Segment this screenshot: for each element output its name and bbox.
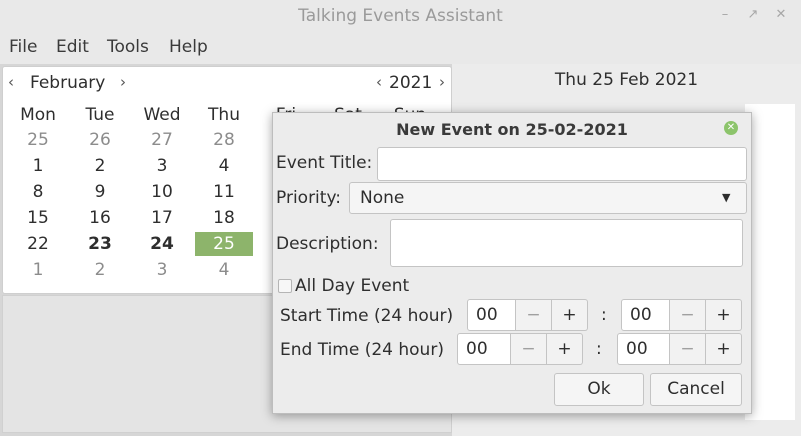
calendar-day[interactable]: 4	[195, 154, 253, 178]
calendar-day[interactable]: 4	[195, 258, 253, 282]
end-time-label: End Time (24 hour)	[280, 340, 444, 360]
start-minute-increment-button[interactable]: +	[706, 299, 742, 331]
weekday-thu: Thu	[208, 105, 240, 125]
start-time-label: Start Time (24 hour)	[280, 306, 454, 326]
prev-year-icon[interactable]: ‹	[376, 73, 382, 91]
event-title-input[interactable]	[377, 147, 747, 181]
calendar-day-marked[interactable]: 23	[71, 232, 129, 256]
new-event-dialog: New Event on 25-02-2021 ✕ Event Title: P…	[272, 112, 752, 414]
close-icon[interactable]: ✕	[772, 6, 790, 24]
calendar-day[interactable]: 3	[133, 258, 191, 282]
end-time-separator: :	[596, 339, 602, 359]
calendar-day[interactable]: 17	[133, 206, 191, 230]
start-minute-decrement-button[interactable]: −	[670, 299, 706, 331]
title-bar: Talking Events Assistant – ↗ ✕	[0, 0, 801, 34]
all-day-label: All Day Event	[295, 276, 410, 296]
calendar-day[interactable]: 3	[133, 154, 191, 178]
year-label: 2021	[389, 73, 433, 93]
next-year-icon[interactable]: ›	[439, 73, 445, 91]
dialog-close-icon[interactable]: ✕	[724, 121, 738, 135]
calendar-day[interactable]: 18	[195, 206, 253, 230]
menu-edit[interactable]: Edit	[56, 37, 89, 57]
start-minute-input[interactable]: 00	[621, 299, 670, 331]
calendar-day[interactable]: 16	[71, 206, 129, 230]
calendar-day-selected[interactable]: 25	[195, 232, 253, 256]
end-hour-increment-button[interactable]: +	[547, 333, 583, 365]
all-day-checkbox[interactable]	[278, 279, 292, 293]
selected-date-label: Thu 25 Feb 2021	[554, 70, 699, 90]
calendar-day[interactable]: 11	[195, 180, 253, 204]
calendar-day[interactable]: 10	[133, 180, 191, 204]
description-input[interactable]	[390, 219, 743, 267]
calendar-day[interactable]: 25	[9, 128, 67, 152]
priority-select[interactable]: None ▼	[349, 182, 747, 214]
event-title-label: Event Title:	[276, 153, 373, 173]
cancel-button[interactable]: Cancel	[650, 373, 742, 406]
window-title: Talking Events Assistant	[298, 6, 503, 26]
calendar-day[interactable]: 9	[71, 180, 129, 204]
weekday-mon: Mon	[20, 105, 56, 125]
dialog-title: New Event on 25-02-2021	[396, 120, 628, 139]
menu-file[interactable]: File	[9, 37, 37, 57]
calendar-day[interactable]: 15	[9, 206, 67, 230]
dropdown-arrow-icon: ▼	[722, 191, 731, 204]
calendar-day[interactable]: 26	[71, 128, 129, 152]
calendar-day[interactable]: 28	[195, 128, 253, 152]
calendar-day-marked[interactable]: 24	[133, 232, 191, 256]
prev-month-icon[interactable]: ‹	[8, 73, 14, 91]
end-minute-increment-button[interactable]: +	[706, 333, 742, 365]
menu-tools[interactable]: Tools	[107, 37, 149, 57]
ok-button[interactable]: Ok	[554, 373, 644, 406]
calendar-day[interactable]: 27	[133, 128, 191, 152]
description-label: Description:	[276, 234, 379, 254]
end-minute-decrement-button[interactable]: −	[670, 333, 706, 365]
calendar-day[interactable]: 2	[71, 154, 129, 178]
start-time-separator: :	[601, 305, 607, 325]
menu-help[interactable]: Help	[169, 37, 208, 57]
menu-bar: File Edit Tools Help	[0, 34, 801, 64]
minimize-icon[interactable]: –	[716, 6, 734, 24]
events-list[interactable]	[745, 104, 795, 420]
end-hour-decrement-button[interactable]: −	[511, 333, 547, 365]
priority-value: None	[360, 188, 405, 208]
priority-label: Priority:	[276, 188, 341, 208]
month-label: February	[30, 73, 106, 93]
maximize-icon[interactable]: ↗	[744, 6, 762, 24]
calendar-day[interactable]: 2	[71, 258, 129, 282]
weekday-wed: Wed	[143, 105, 181, 125]
calendar-day[interactable]: 1	[9, 154, 67, 178]
start-hour-decrement-button[interactable]: −	[516, 299, 552, 331]
end-minute-input[interactable]: 00	[617, 333, 670, 365]
start-hour-input[interactable]: 00	[467, 299, 516, 331]
next-month-icon[interactable]: ›	[120, 73, 126, 91]
end-hour-input[interactable]: 00	[457, 333, 511, 365]
calendar-day[interactable]: 8	[9, 180, 67, 204]
weekday-tue: Tue	[85, 105, 115, 125]
calendar-day[interactable]: 22	[9, 232, 67, 256]
calendar-day[interactable]: 1	[9, 258, 67, 282]
start-hour-increment-button[interactable]: +	[552, 299, 588, 331]
